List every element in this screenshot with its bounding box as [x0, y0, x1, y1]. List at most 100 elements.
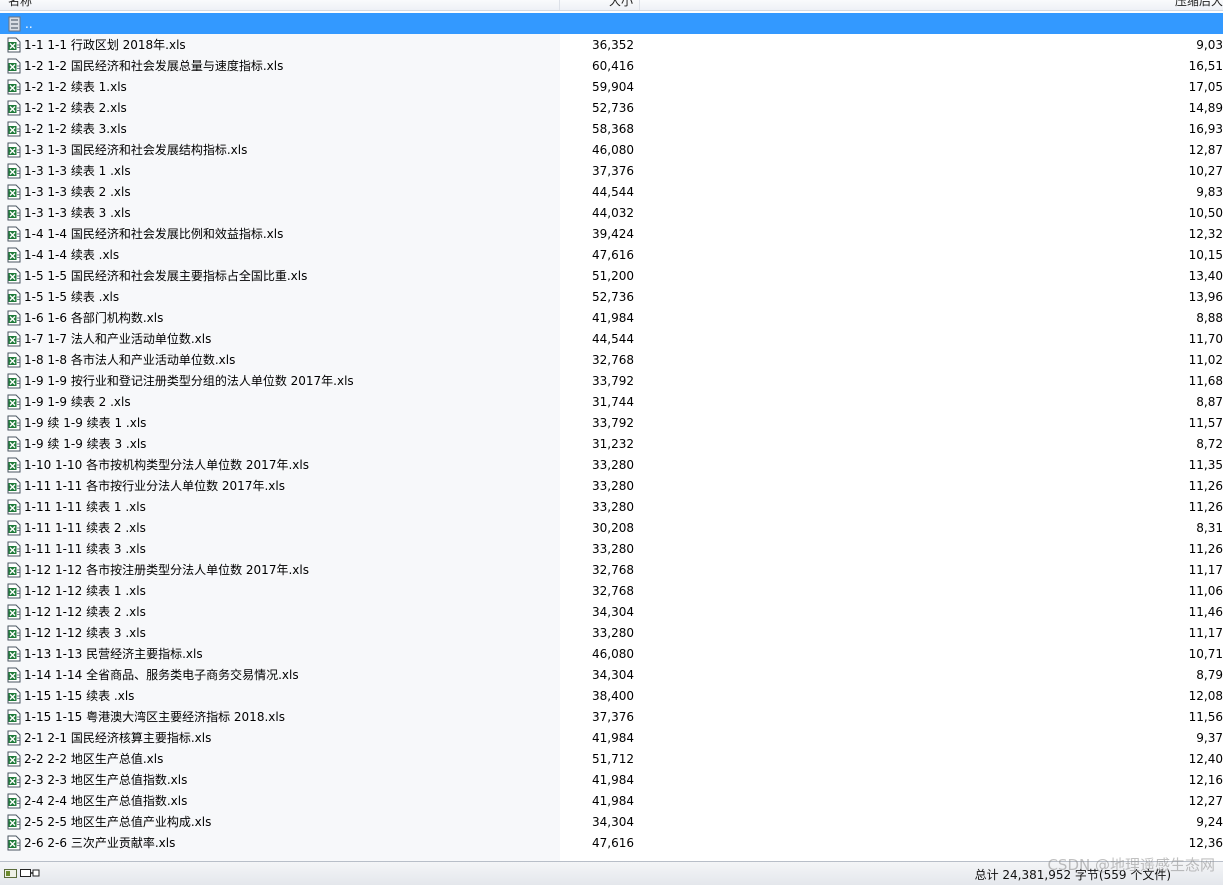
file-name: 1-3 1-3 国民经济和社会发展结构指标.xls	[24, 143, 248, 157]
file-row[interactable]: 1-9 续 1-9 续表 1 .xls 33,792 11,57	[0, 412, 1223, 433]
file-name: 1-3 1-3 续表 1 .xls	[24, 164, 131, 178]
file-packed-size-cell: 9,24	[634, 815, 1223, 829]
file-row[interactable]: 1-10 1-10 各市按机构类型分法人单位数 2017年.xls 33,280 1…	[0, 454, 1223, 475]
file-row[interactable]: 1-12 1-12 续表 3 .xls 33,280 11,17	[0, 622, 1223, 643]
file-name-cell: 1-15 1-15 续表 .xls	[0, 687, 560, 704]
file-name: 2-1 2-1 国民经济核算主要指标.xls	[24, 731, 212, 745]
file-row[interactable]: 1-11 1-11 续表 1 .xls 33,280 11,26	[0, 496, 1223, 517]
file-packed-size: 10,27	[1188, 163, 1223, 178]
file-row[interactable]: 1-2 1-2 续表 3.xls 58,368 16,93	[0, 118, 1223, 139]
excel-file-icon	[7, 79, 21, 94]
excel-file-icon	[7, 730, 21, 745]
file-packed-size-cell: 11,57	[634, 416, 1223, 430]
file-size: 31,744	[592, 394, 634, 409]
excel-file-icon	[7, 646, 21, 661]
status-summary: 总计 24,381,952 字节(559 个文件)	[974, 868, 1171, 882]
file-row[interactable]: 1-11 1-11 各市按行业分法人单位数 2017年.xls 33,280 11,…	[0, 475, 1223, 496]
excel-file-icon	[7, 415, 21, 430]
file-row[interactable]: 1-5 1-5 续表 .xls 52,736 13,96	[0, 286, 1223, 307]
file-row[interactable]: 2-5 2-5 地区生产总值产业构成.xls 34,304 9,24	[0, 811, 1223, 832]
file-packed-size: 10,50	[1188, 205, 1223, 220]
file-row[interactable]: 1-11 1-11 续表 2 .xls 30,208 8,31	[0, 517, 1223, 538]
file-packed-size: 10,15	[1188, 247, 1223, 262]
file-row[interactable]: 2-4 2-4 地区生产总值指数.xls 41,984 12,27	[0, 790, 1223, 811]
file-packed-size: 9,83	[1196, 184, 1223, 199]
file-row[interactable]: 1-9 1-9 按行业和登记注册类型分组的法人单位数 2017年.xls 33,7…	[0, 370, 1223, 391]
file-row[interactable]: 2-6 2-6 三次产业贡献率.xls 47,616 12,36	[0, 832, 1223, 853]
file-size: 60,416	[592, 58, 634, 73]
file-row[interactable]: 1-6 1-6 各部门机构数.xls 41,984 8,88	[0, 307, 1223, 328]
file-row[interactable]: 1-3 1-3 续表 3 .xls 44,032 10,50	[0, 202, 1223, 223]
file-size: 32,768	[592, 352, 634, 367]
excel-file-icon	[7, 520, 21, 535]
file-row[interactable]: 1-7 1-7 法人和产业活动单位数.xls 44,544 11,70	[0, 328, 1223, 349]
file-packed-size: 8,79	[1196, 667, 1223, 682]
file-row[interactable]: 1-5 1-5 国民经济和社会发展主要指标占全国比重.xls 51,200 13,4…	[0, 265, 1223, 286]
file-packed-size-cell: 11,56	[634, 710, 1223, 724]
file-row[interactable]: 1-4 1-4 续表 .xls 47,616 10,15	[0, 244, 1223, 265]
file-size: 46,080	[592, 646, 634, 661]
column-header-name[interactable]: 名称	[0, 0, 560, 10]
file-packed-size-cell: 13,40	[634, 269, 1223, 283]
file-name: 1-2 1-2 续表 3.xls	[24, 122, 127, 136]
file-size: 33,280	[592, 541, 634, 556]
file-name: 1-6 1-6 各部门机构数.xls	[24, 311, 164, 325]
file-name: 1-12 1-12 续表 2 .xls	[24, 605, 146, 619]
file-row[interactable]: 1-2 1-2 续表 2.xls 52,736 14,89	[0, 97, 1223, 118]
file-row[interactable]: 2-1 2-1 国民经济核算主要指标.xls 41,984 9,37	[0, 727, 1223, 748]
file-packed-size: 11,70	[1188, 331, 1223, 346]
file-row[interactable]: 2-3 2-3 地区生产总值指数.xls 41,984 12,16	[0, 769, 1223, 790]
column-header-packed-size[interactable]: 压缩后大小	[640, 0, 1223, 10]
file-name-cell: 1-4 1-4 续表 .xls	[0, 246, 560, 263]
file-name-cell: 1-2 1-2 国民经济和社会发展总量与速度指标.xls	[0, 57, 560, 74]
file-packed-size: 11,68	[1188, 373, 1223, 388]
file-size: 39,424	[592, 226, 634, 241]
file-name: 1-9 续 1-9 续表 1 .xls	[24, 416, 147, 430]
excel-file-icon	[7, 625, 21, 640]
parent-directory-row[interactable]: ..	[0, 13, 1223, 34]
file-row[interactable]: 1-9 1-9 续表 2 .xls 31,744 8,87	[0, 391, 1223, 412]
file-row[interactable]: 1-3 1-3 国民经济和社会发展结构指标.xls 46,080 12,87	[0, 139, 1223, 160]
file-row[interactable]: 2-2 2-2 地区生产总值.xls 51,712 12,40	[0, 748, 1223, 769]
file-packed-size: 12,40	[1188, 751, 1223, 766]
file-row[interactable]: 1-15 1-15 粤港澳大湾区主要经济指标 2018.xls 37,376 11,…	[0, 706, 1223, 727]
file-row[interactable]: 1-9 续 1-9 续表 3 .xls 31,232 8,72	[0, 433, 1223, 454]
file-row[interactable]: 1-3 1-3 续表 2 .xls 44,544 9,83	[0, 181, 1223, 202]
file-row[interactable]: 1-1 1-1 行政区划 2018年.xls 36,352 9,03	[0, 34, 1223, 55]
file-name: 1-12 1-12 续表 3 .xls	[24, 626, 146, 640]
file-packed-size-cell: 11,17	[634, 563, 1223, 577]
file-packed-size: 11,57	[1188, 415, 1223, 430]
file-row[interactable]: 1-3 1-3 续表 1 .xls 37,376 10,27	[0, 160, 1223, 181]
excel-file-icon	[7, 478, 21, 493]
file-row[interactable]: 1-4 1-4 国民经济和社会发展比例和效益指标.xls 39,424 12,32	[0, 223, 1223, 244]
file-row[interactable]: 1-12 1-12 续表 2 .xls 34,304 11,46	[0, 601, 1223, 622]
excel-file-icon	[7, 373, 21, 388]
file-size: 59,904	[592, 79, 634, 94]
column-header: 名称 大小 压缩后大小	[0, 0, 1223, 11]
column-header-size[interactable]: 大小	[560, 0, 640, 10]
file-name: 1-14 1-14 全省商品、服务类电子商务交易情况.xls	[24, 668, 299, 682]
excel-file-icon	[7, 793, 21, 808]
file-name-cell: 1-8 1-8 各市法人和产业活动单位数.xls	[0, 351, 560, 368]
status-bar: 总计 24,381,952 字节(559 个文件)	[0, 861, 1223, 885]
file-row[interactable]: 1-11 1-11 续表 3 .xls 33,280 11,26	[0, 538, 1223, 559]
file-row[interactable]: 1-13 1-13 民营经济主要指标.xls 46,080 10,71	[0, 643, 1223, 664]
file-name-cell: 1-9 1-9 按行业和登记注册类型分组的法人单位数 2017年.xls	[0, 372, 560, 389]
file-name: 1-15 1-15 粤港澳大湾区主要经济指标 2018.xls	[24, 710, 285, 724]
file-packed-size-cell: 9,37	[634, 731, 1223, 745]
file-size: 34,304	[592, 814, 634, 829]
excel-file-icon	[7, 667, 21, 682]
file-packed-size: 16,93	[1188, 121, 1223, 136]
file-row[interactable]: 1-12 1-12 各市按注册类型分法人单位数 2017年.xls 32,768 1…	[0, 559, 1223, 580]
file-row[interactable]: 1-15 1-15 续表 .xls 38,400 12,08	[0, 685, 1223, 706]
file-row[interactable]: 1-14 1-14 全省商品、服务类电子商务交易情况.xls 34,304 8,79	[0, 664, 1223, 685]
file-name: 2-3 2-3 地区生产总值指数.xls	[24, 773, 188, 787]
excel-file-icon	[7, 541, 21, 556]
file-name: 1-12 1-12 续表 1 .xls	[24, 584, 146, 598]
file-row[interactable]: 1-2 1-2 国民经济和社会发展总量与速度指标.xls 60,416 16,51	[0, 55, 1223, 76]
file-row[interactable]: 1-12 1-12 续表 1 .xls 32,768 11,06	[0, 580, 1223, 601]
file-row[interactable]: 1-2 1-2 续表 1.xls 59,904 17,05	[0, 76, 1223, 97]
file-name-cell: 1-6 1-6 各部门机构数.xls	[0, 309, 560, 326]
file-row[interactable]: 1-8 1-8 各市法人和产业活动单位数.xls 32,768 11,02	[0, 349, 1223, 370]
file-packed-size: 17,05	[1188, 79, 1223, 94]
